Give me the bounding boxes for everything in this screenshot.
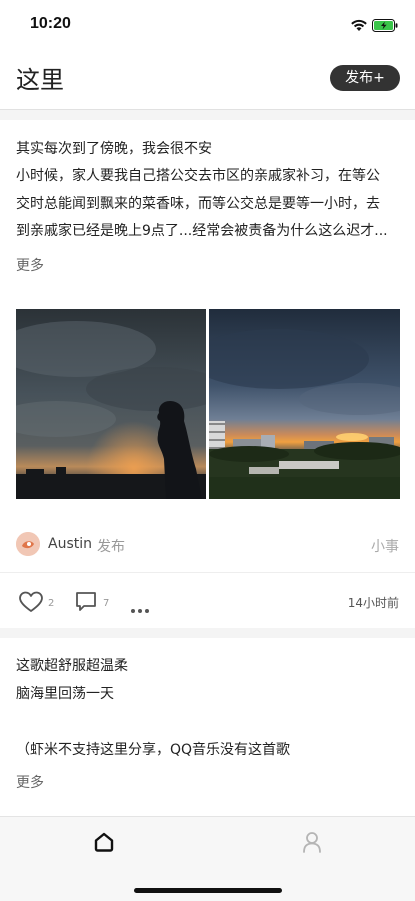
post-text-line: 小时候，家人要我自己搭公交去市区的亲戚家补习，在等公 [16,168,380,184]
divider [0,572,415,573]
status-time: 10:20 [30,15,71,32]
wifi-icon [350,17,368,36]
post-timestamp: 14小时前 [347,596,399,610]
home-icon[interactable] [93,831,115,853]
category-tag[interactable]: 小事 [371,536,399,556]
more-options-icon[interactable] [130,599,150,618]
comment-count: 7 [103,598,110,609]
section-divider [0,628,415,638]
tab-bar [0,816,415,901]
post-meta: Austin 发布 小事 [0,528,415,562]
publish-button[interactable]: 发布+ [330,65,400,91]
more-link[interactable]: 更多 [16,255,44,275]
header-divider [0,109,415,120]
avatar[interactable] [16,532,40,556]
nav-header: 这里 发布+ [0,48,415,110]
home-indicator [134,888,282,893]
more-link[interactable]: 更多 [16,772,44,792]
author-action: 发布 [97,539,125,555]
post-actions: 2 7 14小时前 [0,584,415,618]
post-photo[interactable] [209,309,400,499]
post-text-line: 脑海里回荡一天 [16,686,114,702]
like-count: 2 [48,598,55,609]
battery-icon [372,17,398,36]
heart-icon[interactable] [18,590,44,618]
post-text-line: 到亲戚家已经是晚上9点了...经常会被责备为什么这么迟才... [16,223,388,239]
post-text-line: 其实每次到了傍晚，我会很不安 [16,141,212,157]
status-bar: 10:20 [0,0,415,48]
post-photo[interactable] [16,309,206,499]
author-name[interactable]: Austin [48,536,92,552]
post-text-line: （虾米不支持这里分享，QQ音乐没有这首歌 [16,742,291,758]
post-text-line: 这歌超舒服超温柔 [16,658,128,674]
profile-icon[interactable] [302,831,322,853]
page-title: 这里 [16,66,64,94]
comment-icon[interactable] [74,590,98,618]
post-text-line: 交时总能闻到飘来的菜香味，而等公交总是要等一小时，去 [16,196,380,212]
